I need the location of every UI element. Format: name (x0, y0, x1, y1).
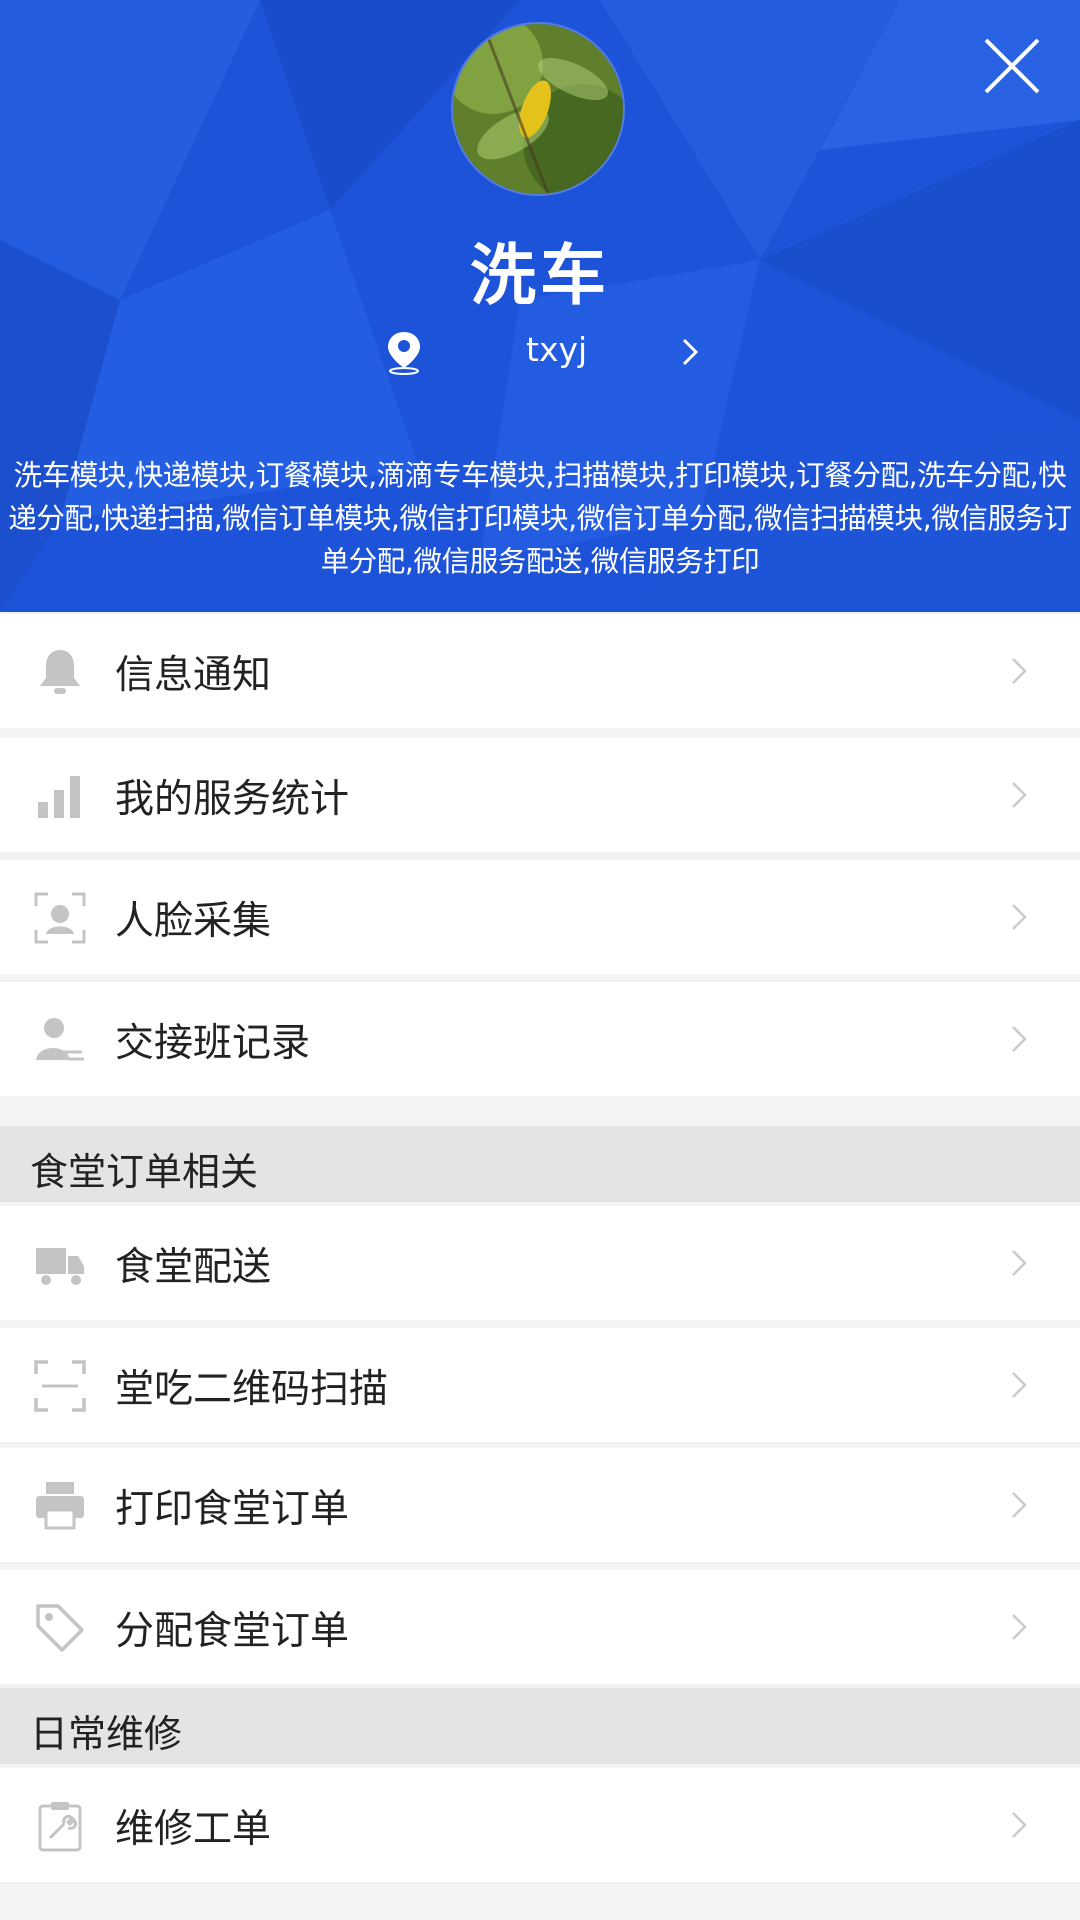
chevron-right-icon (1012, 904, 1027, 930)
chevron-right-icon (1012, 1614, 1027, 1640)
profile-header: 洗车 txyj 洗车模块,快递模块,订餐模块,滴滴专车模块,扫描模块,打印模块,… (0, 0, 1080, 612)
menu-item-shift-handover[interactable]: 交接班记录 (0, 982, 1080, 1096)
chevron-right-icon[interactable] (678, 336, 702, 368)
tag-icon (36, 1604, 84, 1652)
menu-item-label: 信息通知 (115, 653, 272, 698)
scan-icon (34, 1360, 86, 1412)
bell-icon (40, 650, 80, 694)
chevron-right-icon (1012, 1026, 1027, 1052)
location-pin-icon (388, 332, 420, 375)
section-title: 日常维修 (30, 1712, 183, 1756)
menu-item-face-capture[interactable]: 人脸采集 (0, 860, 1080, 974)
menu-item-label: 人脸采集 (115, 899, 272, 944)
chevron-right-icon (1012, 1372, 1027, 1398)
menu-item-label: 堂吃二维码扫描 (115, 1367, 389, 1412)
truck-icon (36, 1248, 84, 1285)
menu-item-label: 打印食堂订单 (115, 1487, 350, 1532)
user-handover-icon (36, 1018, 84, 1061)
chevron-right-icon (1012, 1492, 1027, 1518)
menu-item-repair-work-order[interactable]: 维修工单 (0, 1768, 1080, 1882)
section-title: 食堂订单相关 (30, 1150, 259, 1194)
location-text: txyj (526, 330, 588, 369)
bar-chart-icon (38, 776, 80, 818)
chevron-right-icon (1012, 1812, 1027, 1838)
section-header-daily-maintenance: 日常维修 (0, 1688, 1080, 1764)
menu-item-label: 分配食堂订单 (115, 1609, 350, 1654)
menu-item-service-stats[interactable]: 我的服务统计 (0, 738, 1080, 852)
avatar-leaf-image (453, 24, 623, 194)
menu-item-label: 我的服务统计 (115, 777, 350, 822)
avatar[interactable] (453, 24, 623, 194)
location-row[interactable]: txyj (380, 326, 700, 376)
menu-item-label: 食堂配送 (115, 1245, 272, 1290)
menu-item-dine-in-qr-scan[interactable]: 堂吃二维码扫描 (0, 1328, 1080, 1442)
menu-item-label: 维修工单 (115, 1807, 272, 1852)
chevron-right-icon (1012, 658, 1027, 684)
menu-item-notifications[interactable]: 信息通知 (0, 614, 1080, 728)
menu-item-canteen-delivery[interactable]: 食堂配送 (0, 1206, 1080, 1320)
close-icon[interactable] (980, 34, 1044, 98)
chevron-right-icon (1012, 1250, 1027, 1276)
menu-item-assign-canteen-order[interactable]: 分配食堂订单 (0, 1570, 1080, 1684)
module-permissions-text: 洗车模块,快递模块,订餐模块,滴滴专车模块,扫描模块,打印模块,订餐分配,洗车分… (8, 459, 1072, 578)
face-scan-icon (34, 892, 86, 944)
printer-icon (36, 1482, 84, 1530)
chevron-right-icon (1012, 782, 1027, 808)
menu-item-print-canteen-order[interactable]: 打印食堂订单 (0, 1448, 1080, 1562)
section-header-canteen-orders: 食堂订单相关 (0, 1126, 1080, 1202)
repair-clipboard-icon (38, 1802, 82, 1852)
page-title: 洗车 (470, 237, 610, 314)
menu-item-label: 交接班记录 (115, 1021, 311, 1066)
